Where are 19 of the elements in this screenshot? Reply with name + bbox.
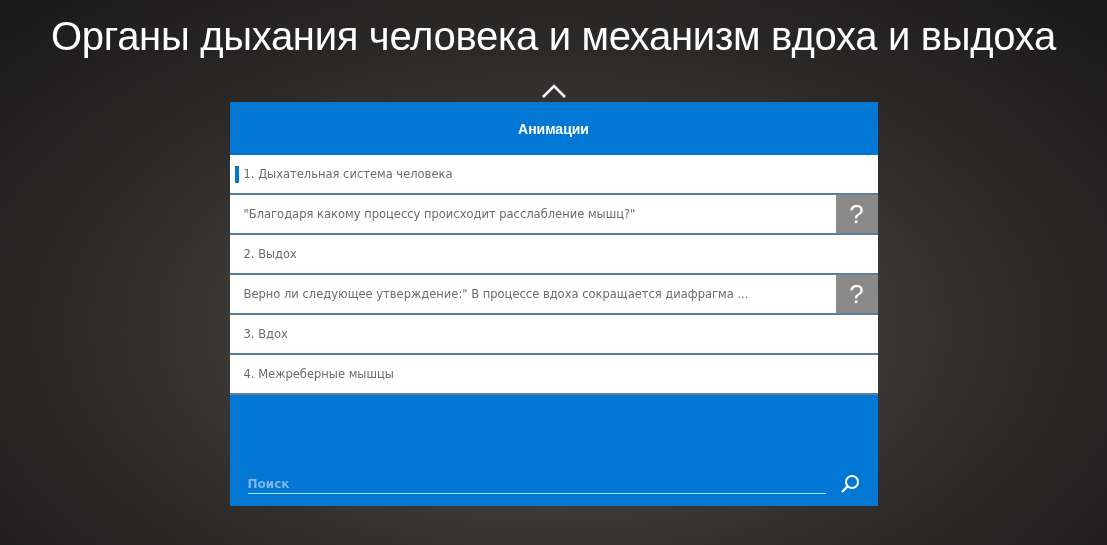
item-label: 2. Выдох [243, 247, 298, 261]
item-label: Верно ли следующее утверждение:" В процессе вдоха сокращается диафрагма ... [243, 287, 750, 301]
chevron-up-icon[interactable] [540, 84, 567, 98]
list-item[interactable]: "Благодаря какому процессу происходит расслабление мышц?" ? [229, 195, 878, 235]
list-item[interactable]: 4. Межреберные мышцы [229, 355, 878, 395]
search-icon[interactable] [839, 474, 860, 494]
item-label: 4. Межреберные мышцы [243, 367, 395, 381]
question-button[interactable]: ? [835, 275, 878, 313]
item-label: "Благодаря какому процессу происходит расслабление мышц?" [243, 207, 637, 221]
search-field[interactable]: Поиск [247, 475, 826, 494]
page-title: Органы дыхания человека и механизм вдоха и выдоха [51, 13, 1056, 60]
panel-title: Анимации [518, 120, 589, 137]
list-item[interactable]: 2. Выдох [229, 235, 878, 275]
list-item[interactable]: 1. Дыхательная система человека [229, 155, 878, 195]
question-button[interactable]: ? [835, 195, 878, 233]
list-item[interactable]: 3. Вдох [229, 315, 878, 355]
item-label: 1. Дыхательная система человека [243, 167, 454, 181]
item-label: 3. Вдох [243, 327, 289, 341]
list-item[interactable]: Верно ли следующее утверждение:" В процессе вдоха сокращается диафрагма ... ? [229, 275, 878, 315]
